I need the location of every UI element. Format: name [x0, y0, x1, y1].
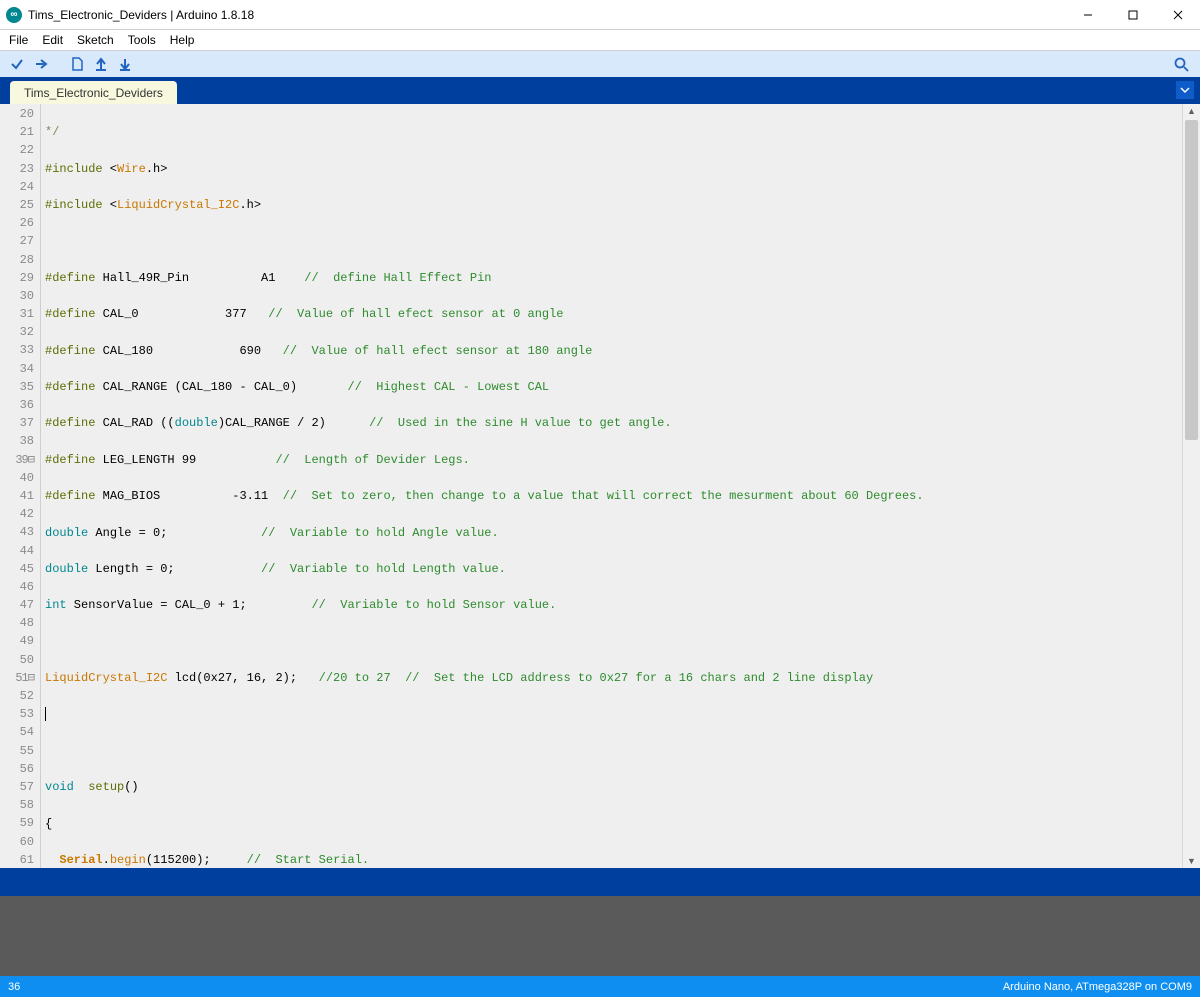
open-button[interactable]: [90, 53, 112, 75]
code-token: CAL_RANGE (CAL_180 - CAL_0): [95, 380, 347, 394]
code-token: [45, 853, 59, 867]
sketch-tab[interactable]: Tims_Electronic_Deviders: [10, 81, 177, 104]
code-token: [74, 780, 88, 794]
status-bar: 36 Arduino Nano, ATmega328P on COM9: [0, 976, 1200, 997]
code-token: .h>: [239, 198, 261, 212]
code-token: // Set to zero, then change to a value t…: [283, 489, 924, 503]
line-number-gutter: 20 21 22 23 24 25 26 27 28 29 30 31 32 3…: [0, 104, 41, 868]
code-token: begin: [110, 853, 146, 867]
code-token: LiquidCrystal_I2C: [45, 671, 167, 685]
status-line-number: 36: [8, 981, 20, 993]
code-token: double: [45, 526, 88, 540]
scroll-thumb[interactable]: [1185, 120, 1198, 440]
menu-sketch[interactable]: Sketch: [70, 31, 121, 49]
tab-menu-button[interactable]: [1176, 81, 1194, 99]
scroll-up-arrow[interactable]: ▲: [1183, 104, 1200, 118]
code-token: // Variable to hold Angle value.: [261, 526, 499, 540]
code-token: // Value of hall efect sensor at 180 ang…: [283, 344, 593, 358]
code-token: (115200);: [146, 853, 247, 867]
code-line: [45, 232, 1182, 250]
code-token: Angle = 0;: [88, 526, 261, 540]
code-token: MAG_BIOS -3.11: [95, 489, 282, 503]
code-token: */: [45, 125, 59, 139]
toolbar: [0, 51, 1200, 77]
code-token: Length = 0;: [88, 562, 261, 576]
menu-tools[interactable]: Tools: [121, 31, 163, 49]
tab-bar: Tims_Electronic_Deviders: [0, 77, 1200, 104]
scroll-down-arrow[interactable]: ▼: [1183, 854, 1200, 868]
code-token: #define: [45, 344, 95, 358]
menu-bar: File Edit Sketch Tools Help: [0, 30, 1200, 51]
code-token: <: [103, 162, 117, 176]
code-token: (): [124, 780, 138, 794]
close-button[interactable]: [1155, 0, 1200, 29]
code-token: #define: [45, 380, 95, 394]
code-token: setup: [88, 780, 124, 794]
code-token: int: [45, 598, 67, 612]
serial-monitor-button[interactable]: [1170, 53, 1192, 75]
window-controls: [1065, 0, 1200, 29]
code-token: CAL_180 690: [95, 344, 282, 358]
code-token: // Value of hall efect sensor at 0 angle: [268, 307, 563, 321]
editor: 20 21 22 23 24 25 26 27 28 29 30 31 32 3…: [0, 104, 1200, 868]
code-token: // Variable to hold Sensor value.: [311, 598, 556, 612]
code-token: // define Hall Effect Pin: [304, 271, 491, 285]
code-line: {: [45, 815, 1182, 833]
code-token: #define: [45, 271, 95, 285]
menu-file[interactable]: File: [2, 31, 35, 49]
code-token: .h>: [146, 162, 168, 176]
code-token: Hall_49R_Pin A1: [95, 271, 304, 285]
code-token: LEG_LENGTH 99: [95, 453, 275, 467]
code-token: CAL_0 377: [95, 307, 268, 321]
code-token: #define: [45, 453, 95, 467]
menu-help[interactable]: Help: [163, 31, 202, 49]
app-icon: [6, 7, 22, 23]
code-line: [45, 742, 1182, 760]
code-token: // Used in the sine H value to get angle…: [369, 416, 671, 430]
code-token: #include: [45, 198, 103, 212]
verify-button[interactable]: [6, 53, 28, 75]
code-token: #define: [45, 416, 95, 430]
menu-edit[interactable]: Edit: [35, 31, 70, 49]
new-button[interactable]: [66, 53, 88, 75]
vertical-scrollbar[interactable]: ▲ ▼: [1182, 104, 1200, 868]
code-token: // Length of Devider Legs.: [275, 453, 469, 467]
code-token: // Start Serial.: [247, 853, 369, 867]
console[interactable]: [0, 896, 1200, 976]
code-token: CAL_RAD ((: [95, 416, 174, 430]
save-button[interactable]: [114, 53, 136, 75]
code-token: )CAL_RANGE / 2): [218, 416, 369, 430]
code-token: Wire: [117, 162, 146, 176]
upload-button[interactable]: [30, 53, 52, 75]
code-area[interactable]: */ #include <Wire.h> #include <LiquidCry…: [41, 104, 1182, 868]
code-token: #define: [45, 489, 95, 503]
code-token: LiquidCrystal_I2C: [117, 198, 239, 212]
text-cursor: [45, 707, 46, 721]
code-token: // Highest CAL - Lowest CAL: [347, 380, 549, 394]
minimize-button[interactable]: [1065, 0, 1110, 29]
window-title: Tims_Electronic_Deviders | Arduino 1.8.1…: [28, 8, 254, 22]
code-token: .: [103, 853, 110, 867]
maximize-button[interactable]: [1110, 0, 1155, 29]
code-token: SensorValue = CAL_0 + 1;: [67, 598, 312, 612]
code-token: #include: [45, 162, 103, 176]
code-token: double: [175, 416, 218, 430]
code-token: //20 to 27 // Set the LCD address to 0x2…: [319, 671, 874, 685]
code-token: #define: [45, 307, 95, 321]
code-token: double: [45, 562, 88, 576]
code-line: [45, 633, 1182, 651]
code-token: lcd(0x27, 16, 2);: [167, 671, 318, 685]
code-token: <: [103, 198, 117, 212]
status-board-info: Arduino Nano, ATmega328P on COM9: [1003, 981, 1192, 993]
code-token: Serial: [59, 853, 102, 867]
code-token: void: [45, 780, 74, 794]
title-bar: Tims_Electronic_Deviders | Arduino 1.8.1…: [0, 0, 1200, 30]
code-token: // Variable to hold Length value.: [261, 562, 506, 576]
message-bar: [0, 868, 1200, 896]
